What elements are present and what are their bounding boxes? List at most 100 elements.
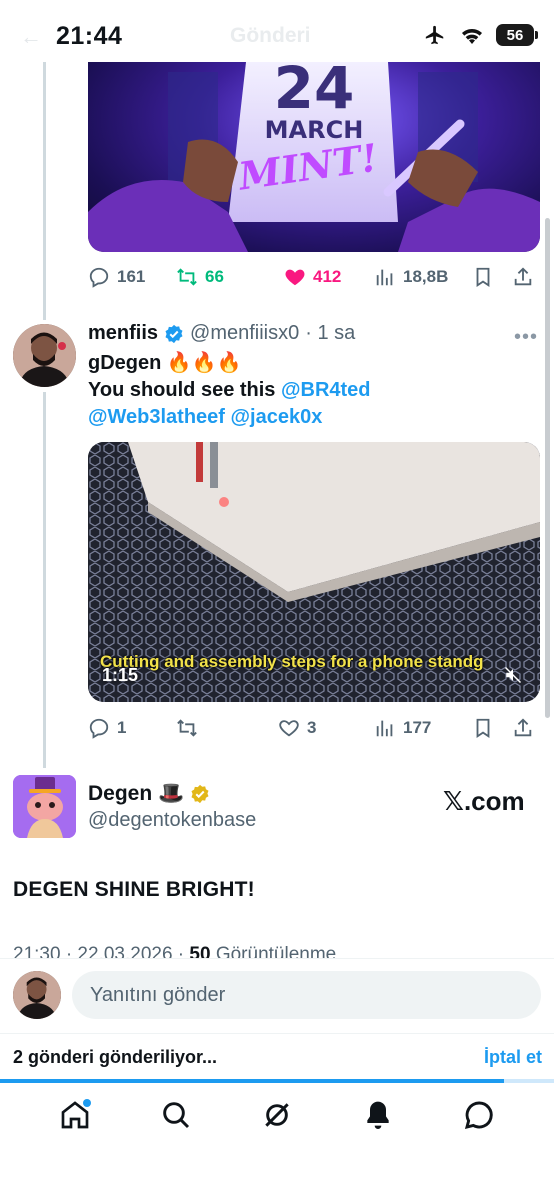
bookmark-button[interactable] xyxy=(472,717,512,739)
author-name[interactable]: menfiis xyxy=(88,322,158,345)
quote-views-count: 50 xyxy=(189,944,211,958)
scrollbar[interactable] xyxy=(545,218,550,718)
retweet-icon xyxy=(177,268,197,286)
views-icon xyxy=(376,269,393,286)
sending-progress-bar xyxy=(0,1079,505,1083)
thread-line xyxy=(43,62,46,320)
tweet-text-line1: gDegen 🔥🔥🔥 xyxy=(88,350,242,377)
verified-gold-badge-icon xyxy=(191,784,209,804)
video-caption: Cutting and assembly steps for a phone s… xyxy=(100,652,484,671)
like-count: 412 xyxy=(313,267,342,286)
bookmark-button[interactable] xyxy=(472,266,512,288)
tweet-video[interactable]: Cutting and assembly steps for a phone s… xyxy=(88,442,540,702)
share-button[interactable] xyxy=(512,266,540,288)
tweet-image-mint[interactable]: 24 MARCH MINT! xyxy=(88,62,540,252)
sending-text: 2 gönderi gönderiliyor... xyxy=(13,1047,218,1067)
views-count: 18,8B xyxy=(403,267,449,286)
fire-emoji: 🔥🔥🔥 xyxy=(166,352,242,374)
grok-icon xyxy=(265,1103,289,1127)
quote-author-handle[interactable]: @degentokenbase xyxy=(88,809,256,832)
messages-icon xyxy=(465,1101,494,1130)
top-hat-emoji: 🎩 xyxy=(158,782,185,805)
bookmark-icon xyxy=(476,267,490,287)
reply-button[interactable]: 1 xyxy=(88,717,176,739)
status-bar: ← 21:44 Gönderi 56 xyxy=(0,0,554,62)
avatar-portrait xyxy=(13,971,61,1019)
back-arrow-icon[interactable]: ← xyxy=(20,24,42,50)
tweet-header: menfiis @menfiiisx0 · 1 sa xyxy=(88,322,355,345)
tweet2-actions: 1 3 177 xyxy=(88,713,540,743)
retweet-icon xyxy=(177,719,197,737)
avatar[interactable] xyxy=(13,324,76,387)
verified-badge-icon xyxy=(165,324,183,343)
quote-text: DEGEN SHINE BRIGHT! xyxy=(13,878,255,901)
avatar-portrait xyxy=(13,324,76,387)
status-icons: 56 xyxy=(422,24,538,46)
quote-author-name[interactable]: Degen 🎩 xyxy=(88,782,210,806)
retweet-button[interactable] xyxy=(176,717,278,739)
views-icon xyxy=(376,720,393,737)
x-logo: 𝕏.com xyxy=(443,786,525,816)
heart-filled-icon xyxy=(285,269,305,286)
more-options-icon[interactable]: ••• xyxy=(514,326,538,349)
reply-icon xyxy=(89,267,109,288)
mute-icon[interactable] xyxy=(504,666,522,684)
share-icon xyxy=(514,267,532,286)
quote-views-label: Görüntülenme xyxy=(210,944,337,958)
reply-input[interactable]: Yanıtını gönder xyxy=(72,971,541,1019)
tweet-text-gdegen: gDegen xyxy=(88,352,167,374)
tweet1-actions: 161 66 412 18,8B xyxy=(88,262,540,292)
nav-home[interactable] xyxy=(55,1095,95,1135)
bottom-nav xyxy=(0,1085,554,1145)
nav-notifications[interactable] xyxy=(358,1095,398,1135)
views-button[interactable]: 177 xyxy=(374,717,472,739)
tweet-text-line3: @Web3latheef @jacek0x xyxy=(88,404,322,431)
mention-link[interactable]: @BR4ted xyxy=(281,379,371,401)
heart-icon xyxy=(279,720,299,737)
reply-bar: Yanıtını gönder xyxy=(0,958,554,1032)
mint-artwork: 24 MARCH MINT! xyxy=(88,62,540,252)
retweet-count: 66 xyxy=(205,267,224,286)
reply-count: 1 xyxy=(117,718,127,737)
author-handle[interactable]: @menfiiisx0 xyxy=(190,322,299,345)
thread-line xyxy=(43,392,46,768)
share-icon xyxy=(514,718,532,737)
degen-avatar[interactable] xyxy=(13,775,76,838)
like-count: 3 xyxy=(307,718,317,737)
video-duration: 1:15 xyxy=(102,665,139,685)
reply-icon xyxy=(89,718,109,739)
tweet-text-line2: You should see this @BR4ted xyxy=(88,377,371,404)
retweet-button[interactable]: 66 xyxy=(176,266,284,288)
battery-icon: 56 xyxy=(496,24,538,46)
reply-button[interactable]: 161 xyxy=(88,266,176,288)
reply-avatar xyxy=(13,971,61,1019)
nav-messages[interactable] xyxy=(459,1095,499,1135)
share-button[interactable] xyxy=(512,717,540,739)
reply-count: 161 xyxy=(117,267,146,286)
like-button[interactable]: 412 xyxy=(284,266,374,288)
quote-meta: 21:30 · 22.03.2026 · 50 Görüntülenme xyxy=(13,944,336,958)
status-time: 21:44 xyxy=(56,22,123,50)
notifications-icon xyxy=(367,1101,389,1129)
nav-grok[interactable] xyxy=(257,1095,297,1135)
like-button[interactable]: 3 xyxy=(278,717,374,739)
search-icon xyxy=(162,1102,189,1129)
mention-link[interactable]: @Web3latheef xyxy=(88,406,225,428)
views-button[interactable]: 18,8B xyxy=(374,266,472,288)
quote-timestamp: 21:30 · 22.03.2026 · xyxy=(13,944,190,958)
views-count: 177 xyxy=(403,718,432,737)
new-content-dot xyxy=(82,1099,91,1107)
degen-mascot xyxy=(13,775,76,838)
mention-link[interactable]: @jacek0x xyxy=(231,406,323,428)
mint-day: 24 xyxy=(274,62,355,122)
nav-search[interactable] xyxy=(156,1095,196,1135)
post-time: · 1 sa xyxy=(305,322,356,344)
page-title: Gönderi xyxy=(230,24,311,47)
sending-status: 2 gönderi gönderiliyor... İptal et xyxy=(0,1033,554,1083)
tweet-text-body: You should see this xyxy=(88,379,281,401)
wifi-icon xyxy=(462,29,482,44)
bookmark-icon xyxy=(476,718,490,738)
cancel-sending-button[interactable]: İptal et xyxy=(484,1047,542,1068)
airplane-icon xyxy=(425,25,444,45)
quote-author-name-text: Degen xyxy=(88,782,153,805)
